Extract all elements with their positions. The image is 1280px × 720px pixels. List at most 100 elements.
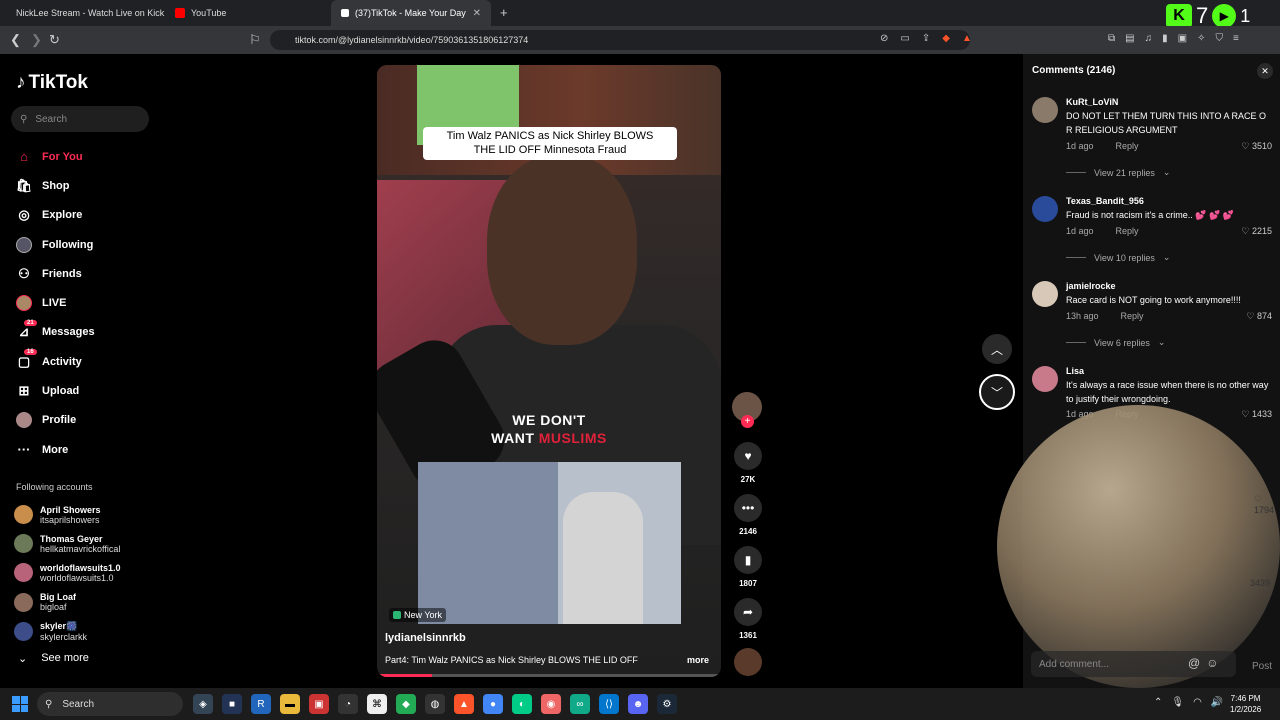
volume-icon[interactable]: 🔊 <box>1211 697 1223 708</box>
app-icon[interactable]: ▣ <box>309 694 329 714</box>
following-account[interactable]: worldoflawsuits1.0 worldoflawsuits1.0 <box>14 558 121 587</box>
app-icon[interactable]: ∞ <box>570 694 590 714</box>
follow-plus-icon[interactable]: + <box>741 415 754 428</box>
tab-youtube[interactable]: YouTube <box>165 0 325 26</box>
clock[interactable]: 7:46 PM 1/2/2026 <box>1230 693 1261 715</box>
chevron-up-icon[interactable]: ⌃ <box>1154 697 1162 708</box>
app-icon[interactable]: ◔ <box>338 694 358 714</box>
edge-icon[interactable]: ◐ <box>512 694 532 714</box>
close-icon[interactable]: ✕ <box>1257 63 1273 79</box>
nav-more[interactable]: ··· More <box>16 435 95 464</box>
vscode-icon[interactable]: ⟨⟩ <box>599 694 619 714</box>
more-button[interactable]: more <box>687 655 709 665</box>
share-icon[interactable]: ⇪ <box>922 33 930 44</box>
vpn-icon[interactable]: ⛉ <box>1215 33 1223 44</box>
bookmark-icon[interactable]: ⚐ <box>249 32 261 48</box>
back-icon[interactable]: ❮ <box>10 32 21 48</box>
microphone-icon[interactable]: 🎙 <box>1171 697 1184 708</box>
extensions-icon[interactable]: ⧉ <box>1108 33 1115 44</box>
reader-icon[interactable]: ▤ <box>1125 33 1134 44</box>
brave-icon[interactable]: ▲ <box>454 694 474 714</box>
post-button[interactable]: Post <box>1252 661 1272 672</box>
comment-like[interactable]: ♡ 1794 <box>1254 494 1280 515</box>
reply-button[interactable]: Reply <box>1116 226 1139 236</box>
file-explorer-icon[interactable]: ▬ <box>280 694 300 714</box>
nav-shop[interactable]: 🛍 Shop <box>16 171 95 200</box>
video-username[interactable]: lydianelsinnrkb <box>385 632 466 644</box>
app-icon[interactable]: R <box>251 694 271 714</box>
nav-explore[interactable]: ◎ Explore <box>16 201 95 230</box>
tab-close-icon[interactable]: ✕ <box>473 8 481 19</box>
emoji-icon[interactable]: ☺ <box>1206 656 1218 670</box>
video-player[interactable]: Tim Walz PANICS as Nick Shirley BLOWS TH… <box>377 65 721 677</box>
wifi-icon[interactable]: ◠ <box>1193 697 1202 708</box>
search-input[interactable]: ⚲ Search <box>11 106 149 132</box>
url-field[interactable]: tiktok.com/@lydianelsinnrkb/video/759036… <box>270 30 970 50</box>
next-video-button[interactable]: ﹀ <box>979 374 1015 410</box>
nav-live[interactable]: LIVE <box>16 288 95 317</box>
nav-friends[interactable]: ⚇ Friends <box>16 259 95 288</box>
avatar[interactable] <box>1032 97 1058 123</box>
see-more-button[interactable]: ⌄ See more <box>18 652 89 665</box>
tab-kick[interactable]: NickLee Stream - Watch Live on Kick <box>0 0 165 26</box>
comment-like[interactable]: ♡ 2215 <box>1241 226 1272 237</box>
windows-start-icon[interactable] <box>12 696 28 712</box>
comment-like[interactable]: ♡ 3510 <box>1241 141 1272 152</box>
following-account[interactable]: Thomas Geyer hellkatmavrickoffical <box>14 529 121 558</box>
app-icon[interactable]: ⌘ <box>367 694 387 714</box>
app-icon[interactable]: ◈ <box>193 694 213 714</box>
app-icon[interactable]: ◍ <box>425 694 445 714</box>
nav-following[interactable]: Following <box>16 230 95 259</box>
comment-button[interactable]: ••• 2146 <box>734 494 762 536</box>
share-button[interactable]: ➦ 1361 <box>734 598 762 640</box>
ai-icon[interactable]: ✧ <box>1197 33 1205 44</box>
cast-icon[interactable]: ▭ <box>900 33 909 44</box>
taskbar-search[interactable]: ⚲ Search <box>37 692 183 716</box>
brave-shield-icon[interactable]: ◆ <box>942 33 950 44</box>
no-media-icon[interactable]: ⊘ <box>880 33 888 44</box>
location-tag[interactable]: New York <box>389 608 447 622</box>
comment-like[interactable]: ♡ 1433 <box>1241 409 1272 420</box>
app-icon[interactable]: ■ <box>222 694 242 714</box>
avatar[interactable] <box>1032 196 1058 222</box>
like-button[interactable]: ♥ 27K <box>734 442 762 484</box>
mention-icon[interactable]: @ <box>1188 656 1200 670</box>
wallet-icon[interactable]: ▣ <box>1178 33 1187 44</box>
view-replies-button[interactable]: View 6 replies ⌄ <box>1066 337 1165 348</box>
nav-upload[interactable]: ⊞ Upload <box>16 376 95 405</box>
discord-icon[interactable]: ☻ <box>628 694 648 714</box>
sound-avatar[interactable] <box>734 648 762 676</box>
steam-icon[interactable]: ⚙ <box>657 694 677 714</box>
reply-button[interactable]: Reply <box>1121 311 1144 321</box>
comment-like[interactable]: 3439 <box>1250 578 1270 588</box>
tab-tiktok[interactable]: (37)TikTok - Make Your Day ✕ <box>331 0 491 26</box>
nav-activity[interactable]: ▢ 16 Activity <box>16 347 95 376</box>
reply-button[interactable]: Reply <box>1116 141 1139 151</box>
brave-rewards-icon[interactable]: ▲ <box>962 33 972 44</box>
sidebar-toggle-icon[interactable]: ▮ <box>1162 33 1168 44</box>
video-progress-bar[interactable] <box>377 674 721 677</box>
view-replies-button[interactable]: View 21 replies ⌄ <box>1066 167 1170 178</box>
avatar[interactable] <box>1032 366 1058 392</box>
following-account[interactable]: Big Loaf bigloaf <box>14 588 121 617</box>
avatar[interactable] <box>1032 281 1058 307</box>
save-button[interactable]: ▮ 1807 <box>734 546 762 588</box>
tiktok-logo[interactable]: ♪ TikTok <box>16 72 88 94</box>
following-account[interactable]: April Showers itsaprilshowers <box>14 500 121 529</box>
new-tab-icon[interactable]: + <box>500 5 508 20</box>
previous-video-button[interactable]: ︿ <box>982 334 1012 364</box>
creator-avatar[interactable]: + <box>732 392 762 428</box>
nav-profile[interactable]: Profile <box>16 406 95 435</box>
menu-icon[interactable]: ≡ <box>1233 33 1239 44</box>
view-replies-button[interactable]: View 10 replies ⌄ <box>1066 252 1170 263</box>
following-account[interactable]: skyler🎆 skylerclarkk <box>14 617 121 646</box>
chrome-icon[interactable]: ● <box>483 694 503 714</box>
comment-like[interactable]: ♡ 874 <box>1246 311 1272 322</box>
nav-for-you[interactable]: ⌂ For You <box>16 142 95 171</box>
app-icon[interactable]: ◆ <box>396 694 416 714</box>
reload-icon[interactable]: ↻ <box>49 32 60 48</box>
firefox-icon[interactable]: ◉ <box>541 694 561 714</box>
music-icon[interactable]: ♫ <box>1145 33 1153 44</box>
forward-icon[interactable]: ❯ <box>31 32 42 48</box>
nav-messages[interactable]: ⊿ 21 Messages <box>16 318 95 347</box>
